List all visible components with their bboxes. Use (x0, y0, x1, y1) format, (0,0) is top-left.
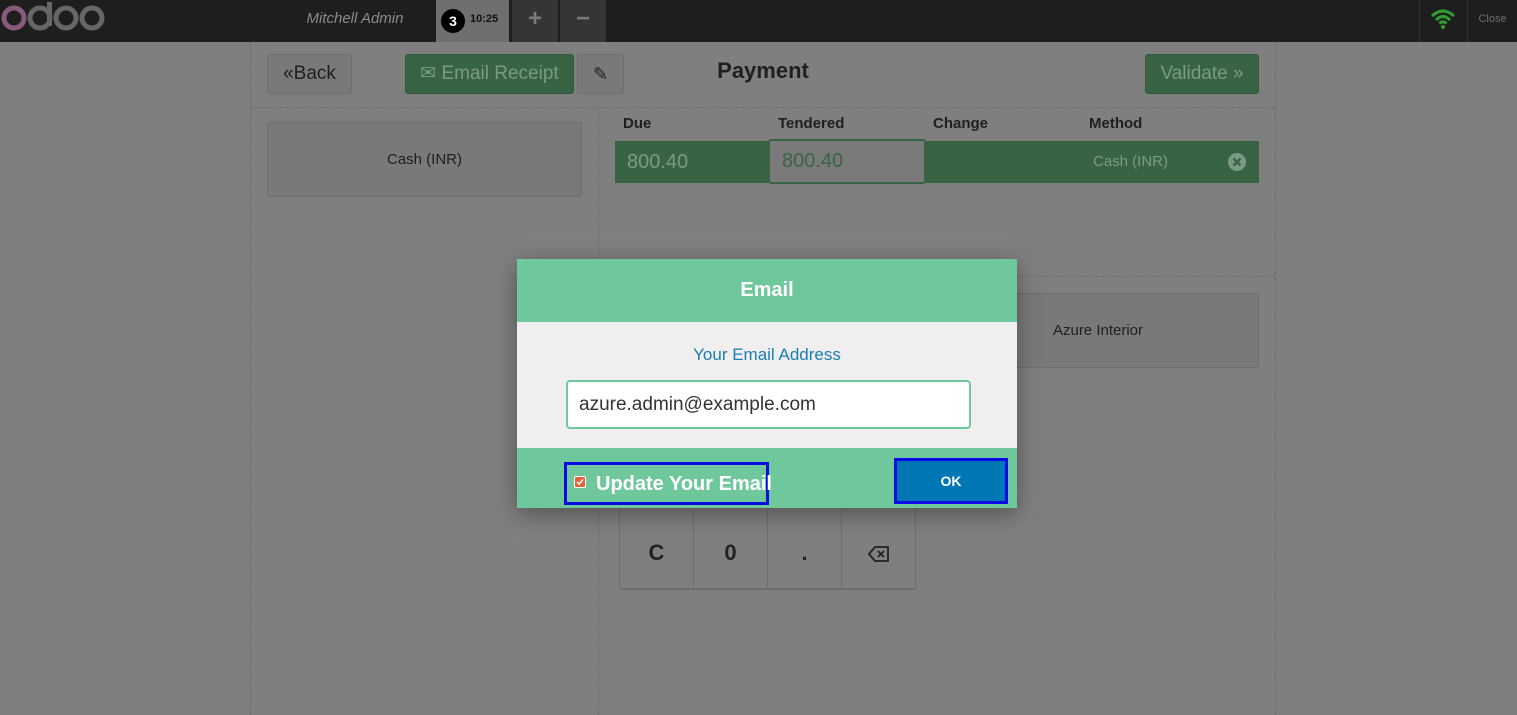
email-label: Your Email Address (693, 345, 841, 364)
header-divider (250, 107, 1275, 108)
checkbox-checked-icon[interactable] (574, 476, 586, 488)
due-amount: 800.40 (627, 151, 689, 173)
numpad-key-0[interactable]: 0 (694, 509, 768, 589)
email-popup: Email Your Email Address Update Your Ema… (517, 259, 1017, 508)
tendered-field[interactable]: 800.40 (768, 139, 926, 184)
back-button[interactable]: «Back (267, 54, 352, 94)
tendered-amount: 800.40 (782, 150, 844, 172)
email-receipt-button[interactable]: ✉ Email Receipt (405, 54, 574, 94)
popup-footer: Update Your Email OK (517, 448, 1017, 508)
update-email-checkbox-label[interactable]: Update Your Email (564, 462, 772, 505)
wifi-icon (1430, 9, 1456, 29)
popup-title: Email (517, 259, 1017, 322)
numpad-key-clear[interactable]: C (620, 509, 694, 589)
column-header-change: Change (933, 115, 989, 132)
column-header-tendered: Tendered (778, 115, 845, 132)
numpad-key-dot[interactable]: . (768, 509, 842, 589)
divider (1419, 0, 1420, 42)
add-order-button[interactable]: + (512, 0, 558, 42)
remove-line-icon[interactable] (1228, 153, 1246, 171)
order-number-badge: 3 (441, 9, 465, 33)
screen-border-right (1275, 42, 1276, 715)
delete-order-button[interactable]: − (560, 0, 606, 42)
order-time: 10:25 (470, 13, 499, 25)
column-header-due: Due (623, 115, 652, 132)
edit-button[interactable]: ✎ (577, 54, 624, 94)
column-header-method: Method (1089, 115, 1143, 132)
update-email-label: Update Your Email (596, 473, 772, 495)
chevrons-right-icon: » (1232, 63, 1244, 84)
edit-icon: ✎ (592, 64, 609, 84)
backspace-icon (867, 546, 889, 563)
envelope-icon: ✉ (420, 63, 437, 84)
method-name: Cash (INR) (1093, 153, 1169, 170)
payment-line[interactable]: 800.40 800.40 Cash (INR) (615, 139, 1259, 184)
cashier-name[interactable]: Mitchell Admin (260, 0, 450, 42)
order-tab-selected[interactable]: 3 10:25 (436, 0, 509, 42)
page-title: Payment (717, 58, 809, 83)
chevrons-left-icon: « (283, 63, 294, 84)
payment-method-cash-button[interactable]: Cash (INR) (267, 122, 582, 197)
numpad-key-backspace[interactable] (842, 509, 916, 589)
close-button[interactable]: Close (1468, 0, 1517, 42)
top-bar: Mitchell Admin 3 10:25 + − Close (0, 0, 1517, 42)
screen-border-left (250, 42, 251, 715)
odoo-logo (1, 2, 105, 31)
email-input[interactable] (566, 380, 971, 429)
ok-button[interactable]: OK (894, 458, 1008, 504)
validate-button[interactable]: Validate » (1145, 54, 1259, 94)
